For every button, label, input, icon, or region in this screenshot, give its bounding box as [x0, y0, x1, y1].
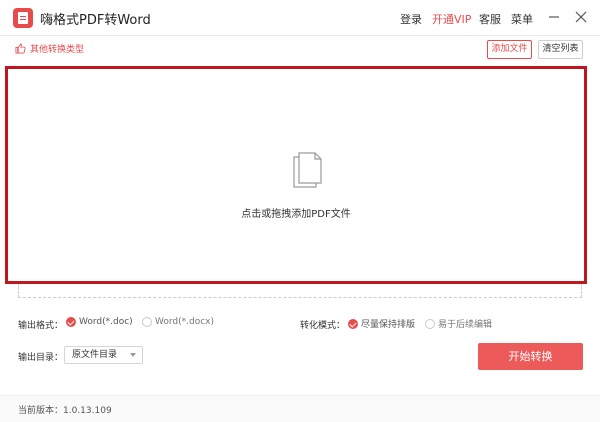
- app-title: 嗨格式PDF转Word: [40, 13, 151, 28]
- document-stack-icon: [293, 152, 322, 188]
- mode-keep-layout-radio[interactable]: 尽量保持排版: [348, 317, 415, 330]
- login-link[interactable]: 登录: [400, 11, 422, 27]
- mode-easy-edit-radio[interactable]: 易于后续编辑: [425, 317, 492, 330]
- format-doc-radio[interactable]: Word(*.doc): [66, 317, 133, 327]
- start-convert-button[interactable]: 开始转换: [478, 343, 583, 370]
- close-icon[interactable]: [572, 8, 590, 26]
- output-dir-select[interactable]: 原文件目录: [64, 346, 143, 364]
- toolbar: 其他转换类型 添加文件 清空列表: [0, 36, 600, 64]
- drop-hint: 点击或拖拽添加PDF文件: [241, 209, 351, 220]
- file-drop-area[interactable]: 点击或拖拽添加PDF文件: [5, 66, 587, 284]
- checkmark-icon: [66, 317, 76, 327]
- file-list-outline: [18, 283, 582, 298]
- checkmark-icon: [348, 318, 358, 329]
- mode-keep-layout-label: 尽量保持排版: [361, 320, 416, 330]
- clear-list-button[interactable]: 清空列表: [538, 40, 583, 59]
- format-docx-label: Word(*.docx): [155, 317, 215, 327]
- thumb-icon: [15, 43, 26, 54]
- add-file-button[interactable]: 添加文件: [487, 40, 532, 59]
- format-docx-radio[interactable]: Word(*.docx): [142, 317, 214, 327]
- service-link[interactable]: 客服: [479, 11, 501, 27]
- caret-down-icon: [130, 353, 136, 357]
- version-text: 当前版本：1.0.13.109: [18, 406, 112, 416]
- convert-mode-label: 转化模式：: [300, 321, 346, 331]
- minimize-icon[interactable]: [545, 8, 563, 26]
- other-types-label: 其他转换类型: [30, 45, 85, 55]
- other-types-link[interactable]: 其他转换类型: [15, 42, 84, 55]
- output-format-label: 输出格式：: [18, 321, 64, 331]
- radio-circle: [142, 317, 152, 327]
- format-doc-label: Word(*.doc): [79, 317, 133, 327]
- vip-link[interactable]: 开通VIP: [432, 11, 471, 27]
- output-dir-value: 原文件目录: [72, 350, 118, 360]
- mode-easy-edit-label: 易于后续编辑: [438, 320, 493, 330]
- menu-link[interactable]: 菜单: [511, 11, 533, 27]
- title-bar: 嗨格式PDF转Word 登录 开通VIP 客服 菜单: [0, 0, 600, 36]
- radio-circle: [425, 318, 435, 329]
- output-dir-label: 输出目录：: [18, 353, 64, 363]
- pdf-app-icon: [13, 8, 33, 28]
- status-bar: 当前版本：1.0.13.109: [0, 395, 600, 422]
